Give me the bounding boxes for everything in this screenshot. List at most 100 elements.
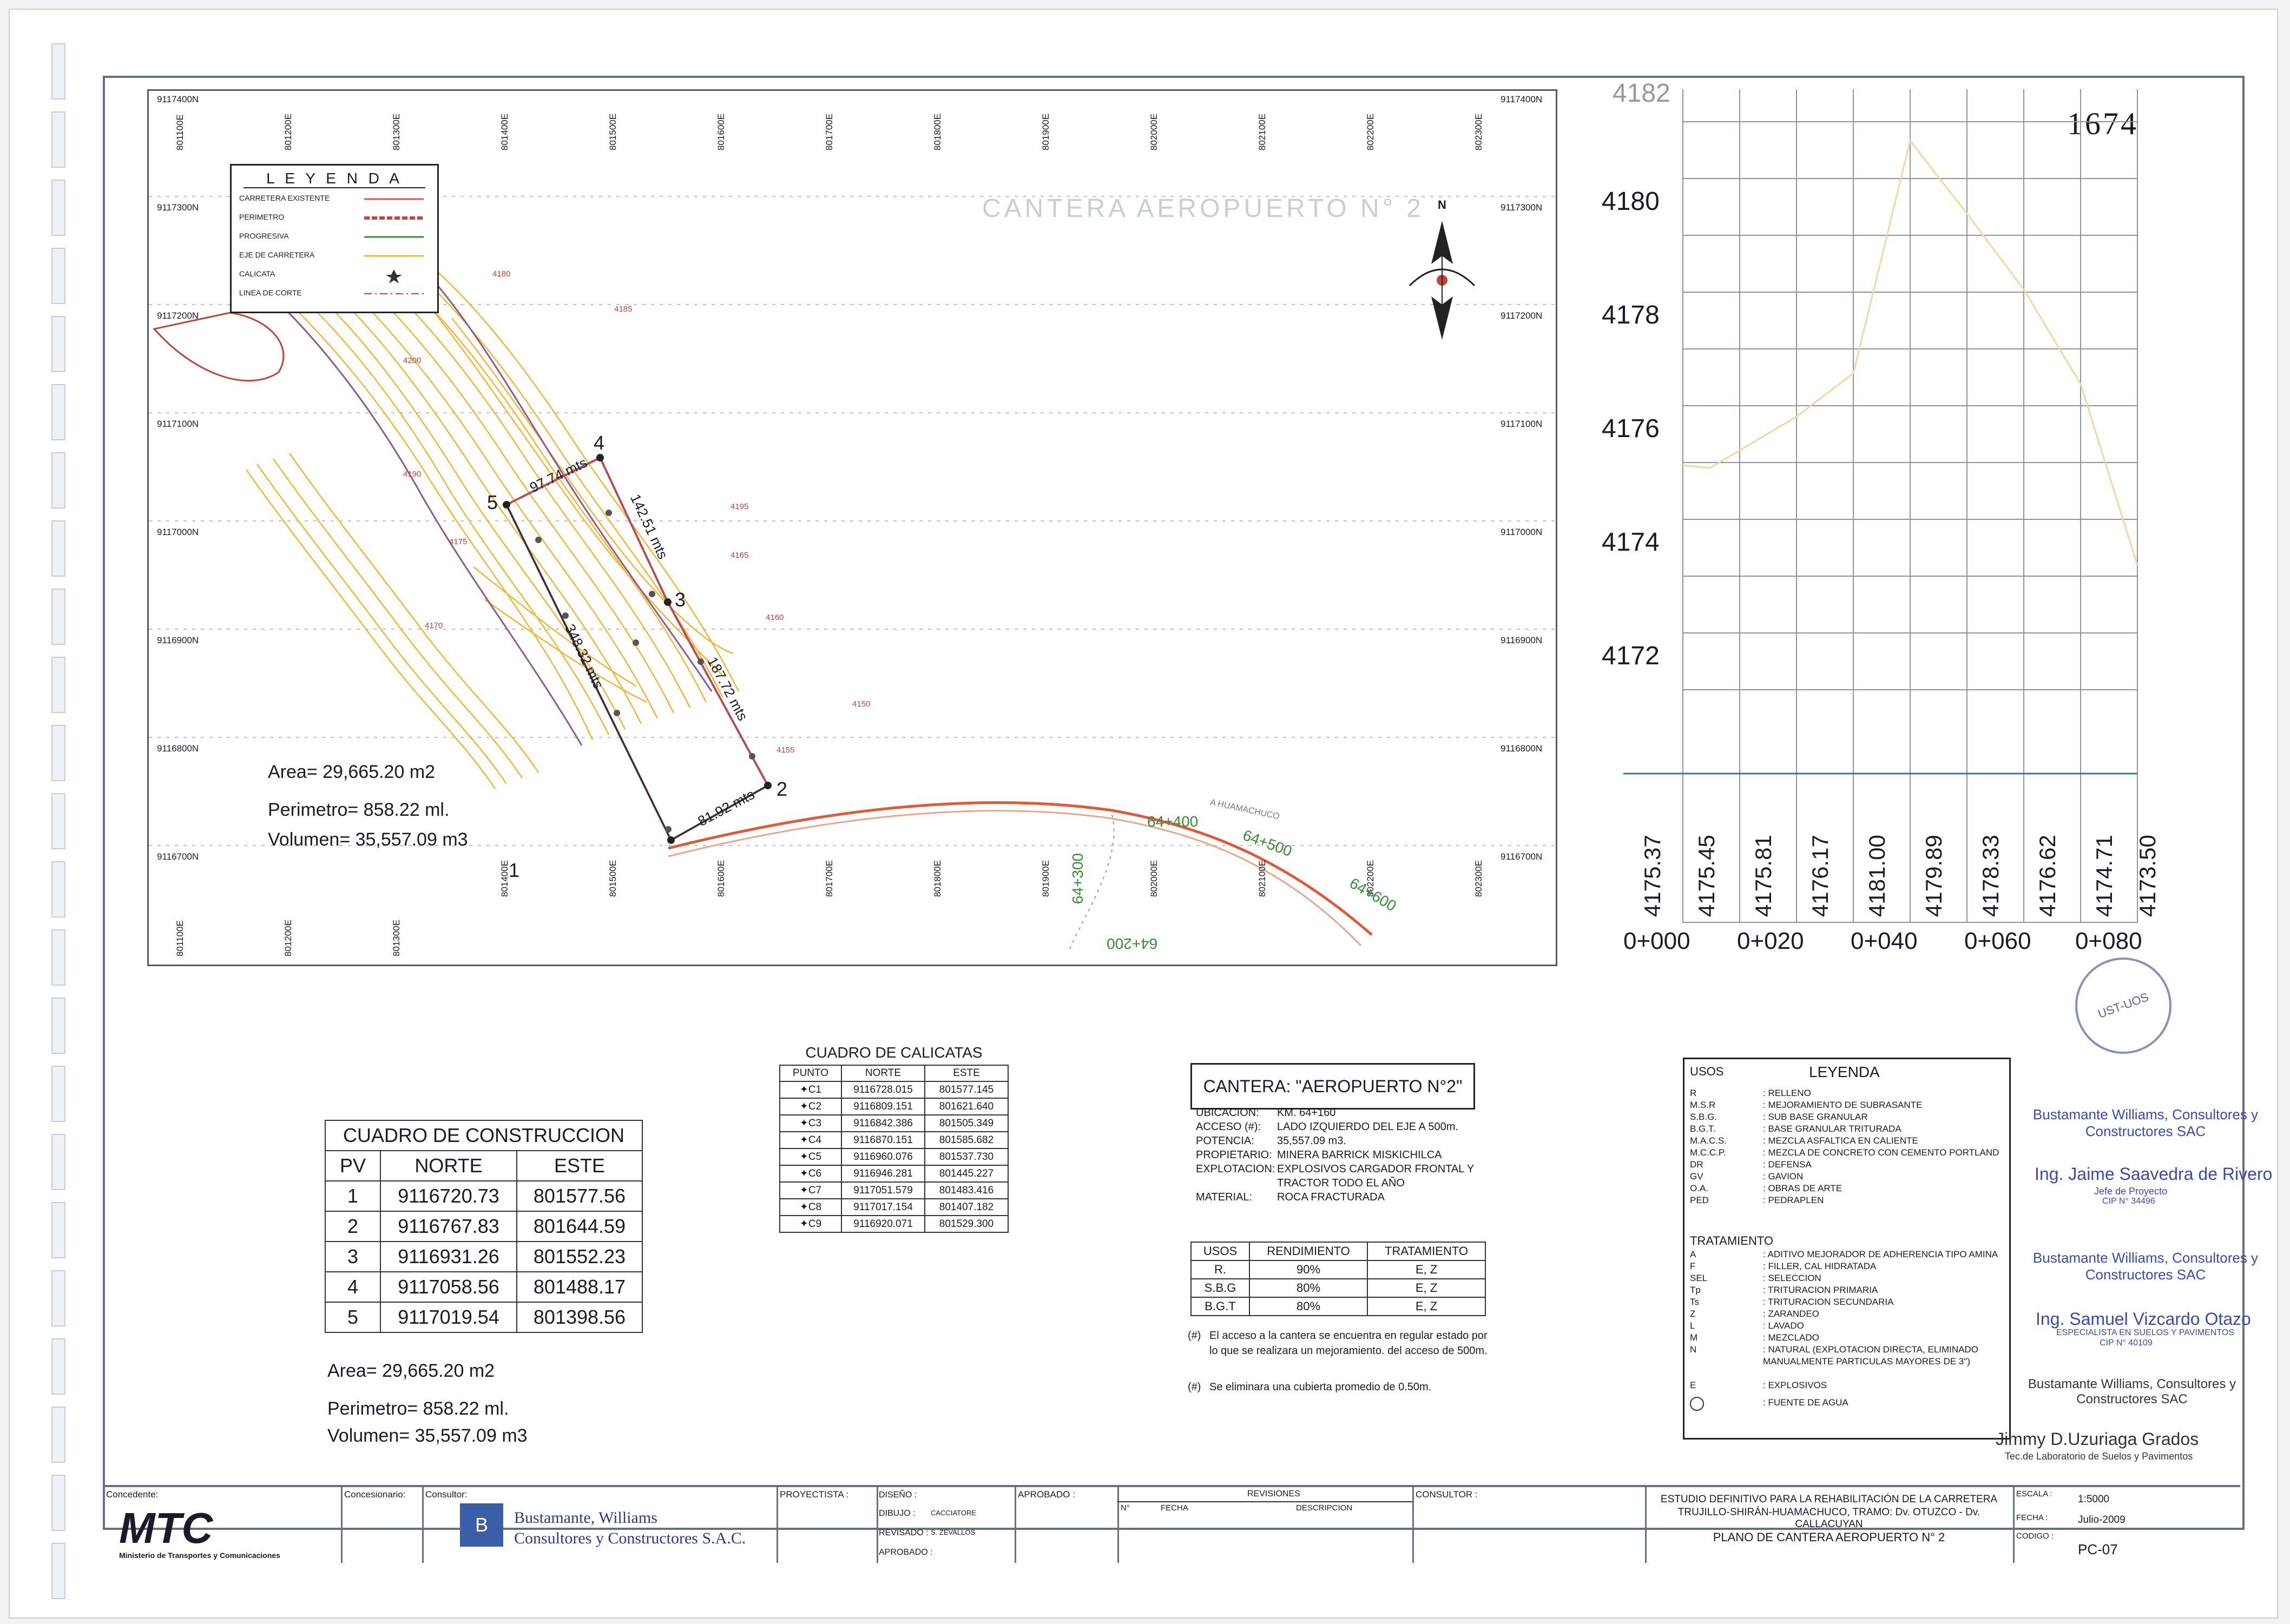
coord-label: 801200E — [283, 113, 293, 150]
revisiones-cell: REVISIONES N° FECHA DESCRIPCION — [1117, 1487, 1414, 1563]
coord-label: 802300E — [1473, 113, 1484, 150]
dibujo-value: CACCIATORE — [931, 1509, 977, 1517]
map-title: CANTERA AEROPUERTO N° 2 — [982, 194, 1424, 223]
profile-y-label: 4174 — [1602, 528, 1660, 557]
legend-item: PROGRESIVA — [239, 232, 289, 240]
site-map: 9117400N 9117400N 9117300N 9117300N 9117… — [147, 89, 1557, 966]
elevation-label: 4173.50 — [2135, 835, 2160, 917]
company-stamp-2: Bustamante Williams, Consultores y Const… — [2032, 1250, 2259, 1283]
engineer-3-role: Tec.de Laboratorio de Suelos y Pavimento… — [2005, 1451, 2193, 1462]
profile-y-label: 4178 — [1602, 301, 1660, 329]
table-header: RENDIMIENTO — [1249, 1242, 1368, 1261]
title-block: Concedente: MTC Ministerio de Transporte… — [103, 1485, 2240, 1563]
coord-label: 9117100N — [157, 419, 199, 429]
elevation-label: 4178.33 — [1978, 835, 2003, 917]
vertex-label: 2 — [777, 778, 788, 800]
coord-label: 802100E — [1257, 113, 1267, 150]
table-row: 5 9117019.54 801398.56 — [325, 1302, 643, 1333]
table-row: 1 9116720.73 801577.56 — [325, 1180, 643, 1212]
elevation-label: 4176.62 — [2035, 835, 2060, 917]
map-area-text: Area= 29,665.20 m2 — [268, 762, 436, 782]
table-row: ✦C9 9116920.071 801529.300 — [779, 1215, 1009, 1233]
tratamiento-label: TRATAMIENTO — [1690, 1234, 1773, 1247]
coord-label: 802000E — [1149, 860, 1159, 897]
note-text: Se eliminara una cubierta promedio de 0.… — [1209, 1381, 1432, 1393]
perimetro-text: Perimetro= 858.22 ml. — [327, 1398, 509, 1419]
codigo-label: CODIGO : — [2016, 1531, 2054, 1541]
elevation-label: 4175.45 — [1694, 835, 1719, 917]
coord-label: 801500E — [608, 113, 618, 150]
coord-label: 801600E — [716, 860, 726, 897]
profile-y-label: 4182 — [1613, 79, 1670, 108]
longitudinal-profile: 4182 4180 4178 4176 4174 4172 4175.37 41… — [1602, 79, 2160, 955]
elevation-label: 4175.37 — [1640, 835, 1665, 917]
note-symbol: (#) — [1188, 1381, 1201, 1393]
table-header: USOS — [1190, 1242, 1250, 1261]
table-header: PV — [325, 1150, 381, 1181]
coord-label: 801100E — [175, 920, 185, 956]
coord-label: 9116800N — [1501, 743, 1543, 754]
aprobado-2-label: APROBADO : — [1018, 1489, 1075, 1500]
mtc-logo: MTC — [119, 1504, 213, 1552]
cantera-note-2: (#) Se eliminara una cubierta promedio d… — [1188, 1379, 1491, 1395]
project-line-2: TRUJILLO-SHIRÁN-HUAMACHUCO, TRAMO: Dv. O… — [1677, 1507, 1980, 1530]
contour-label: 4150 — [852, 699, 871, 709]
company-stamp-1: Bustamante Williams, Consultores y Const… — [2032, 1106, 2259, 1139]
rev-n-label: N° — [1121, 1503, 1130, 1513]
consultor-cell: Consultor: B Bustamante, Williams Consul… — [422, 1487, 778, 1563]
revisado-label: REVISADO : — [879, 1528, 929, 1537]
elevation-label: 4181.00 — [1864, 835, 1890, 917]
coord-label: 801400E — [499, 113, 510, 150]
engineer-2-role: ESPECIALISTA EN SUELOS Y PAVIMENTOS — [2056, 1328, 2235, 1337]
company-stamp-3: Bustamante Williams, Consultores y Const… — [2028, 1377, 2236, 1407]
table-row: ✦C4 9116870.151 801585.682 — [779, 1131, 1009, 1149]
table-header: NORTE — [841, 1065, 925, 1082]
coord-label: 9117000N — [1501, 527, 1543, 537]
contour-label: 4165 — [731, 551, 749, 560]
table-row: 3 9116931.26 801552.23 — [325, 1241, 643, 1272]
contour-label: 4185 — [614, 305, 633, 314]
coord-label: 801500E — [608, 860, 618, 897]
consultor-2-label: CONSULTOR : — [1416, 1489, 1478, 1500]
legend-item: EJE DE CARRETERA — [239, 250, 315, 259]
engineer-2-name: Ing. Samuel Vizcardo Otazo — [2036, 1309, 2251, 1329]
revisiones-label: REVISIONES — [1247, 1489, 1300, 1498]
proyectista-cell: PROYECTISTA : — [777, 1487, 878, 1563]
usos-legend: USOS LEYENDA R: RELLENO M.S.R: MEJORAMIE… — [1683, 1058, 2011, 1440]
consultor-name-1: Bustamante, Williams — [514, 1509, 657, 1527]
coord-label: 802000E — [1149, 113, 1159, 150]
coord-label: 801600E — [716, 113, 726, 150]
cantera-fields: UBICACION: KM. 64+160 ACCESO (#): LADO IZQ… — [1196, 1107, 1474, 1203]
coord-label: 801200E — [283, 919, 293, 956]
elevation-label: 4175.81 — [1751, 835, 1776, 917]
vertex-label: 5 — [487, 491, 498, 513]
table-row: B.G.T 80% E, Z — [1190, 1297, 1486, 1316]
consultor-logo-icon: B — [460, 1503, 503, 1547]
table-header: NORTE — [380, 1150, 517, 1181]
table-row: 4 9117058.56 801488.17 — [325, 1271, 643, 1303]
contour-label: 4170 — [425, 621, 443, 630]
calicatas-table: CUADRO DE CALICATAS PUNTO NORTE ESTE ✦C1… — [779, 1044, 1009, 1233]
profile-y-label: 4172 — [1602, 642, 1660, 670]
table-row: ✦C7 9117051.579 801483.416 — [779, 1181, 1009, 1199]
legend-item: CALICATA — [239, 269, 275, 278]
table-row: ✦C1 9116728.015 801577.145 — [779, 1081, 1009, 1099]
table-row: 2 9116767.83 801644.59 — [325, 1211, 643, 1242]
map-volumen-text: Volumen= 35,557.09 m3 — [268, 829, 468, 850]
contour-label: 4195 — [731, 502, 749, 511]
legend-item: CARRETERA EXISTENTE — [239, 194, 330, 202]
water-source-icon — [1690, 1397, 1704, 1411]
engineer-1-cip: CIP N° 34496 — [2102, 1197, 2155, 1206]
profile-x-label: 0+060 — [1964, 928, 2031, 954]
map-perimetro-text: Perimetro= 858.22 ml. — [268, 800, 450, 820]
concesionario-cell: Concesionario: — [341, 1487, 424, 1563]
contour-label: 4190 — [403, 470, 422, 479]
north-label: N — [1438, 198, 1446, 212]
legend-item: PERIMETRO — [239, 213, 285, 221]
coord-label: 801300E — [391, 113, 402, 150]
map-legend: L E Y E N D A CARRETERA EXISTENTE PERIME… — [230, 164, 439, 313]
coord-label: 801700E — [824, 113, 834, 150]
engineer-1-name: Ing. Jaime Saavedra de Rivero — [2035, 1164, 2273, 1184]
concedente-cell: Concedente: MTC Ministerio de Transporte… — [103, 1487, 343, 1563]
usos-label: USOS — [1690, 1065, 1724, 1078]
